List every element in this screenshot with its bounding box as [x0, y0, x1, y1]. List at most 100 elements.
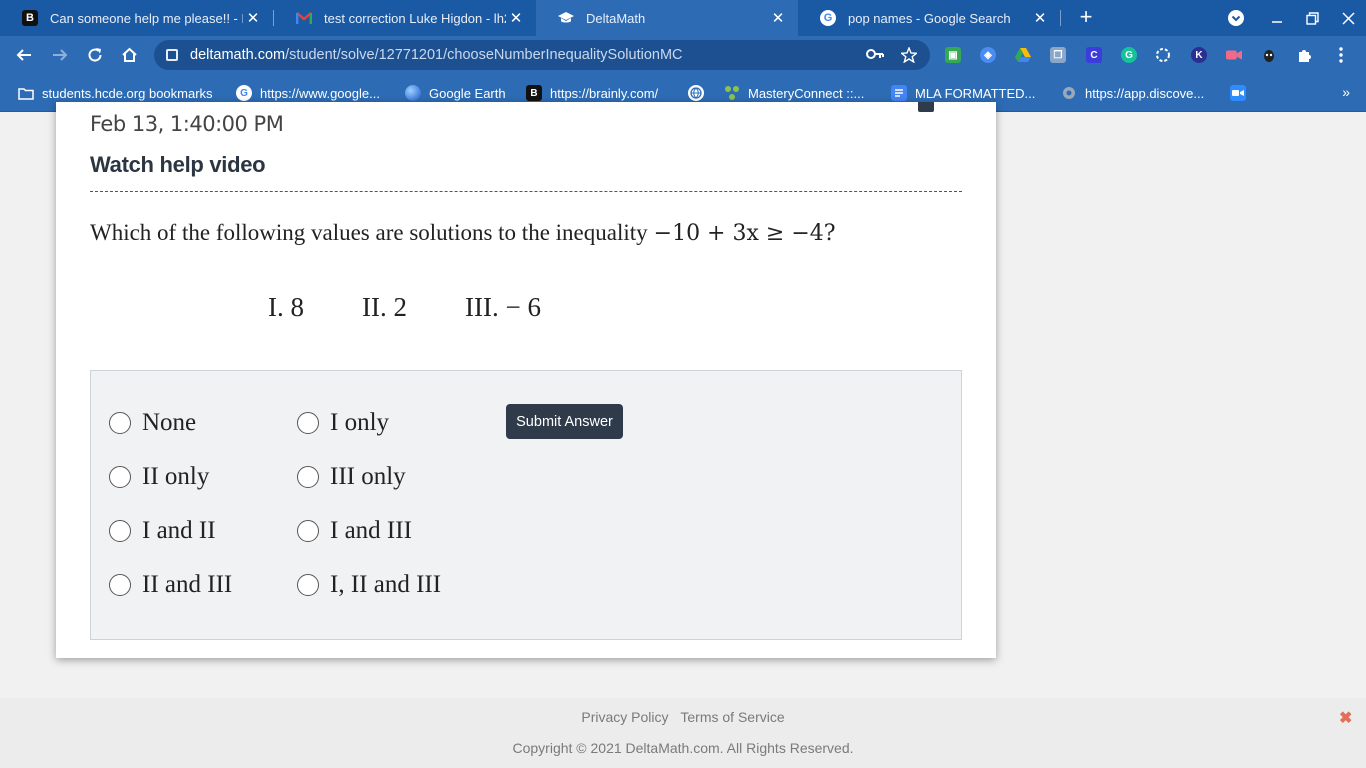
page-footer: Privacy Policy Terms of Service Copyrigh… [0, 698, 1366, 768]
folder-icon [18, 85, 34, 101]
c-extension-icon[interactable]: C [1086, 47, 1102, 63]
forward-button[interactable] [46, 41, 74, 69]
minimize-icon [1272, 21, 1282, 23]
shield-extension-icon[interactable]: ◈ [980, 47, 996, 63]
tab-deltamath[interactable]: DeltaMath ✕ [536, 0, 798, 36]
minimize-button[interactable] [1259, 0, 1295, 36]
loading-extension-icon[interactable] [1155, 47, 1171, 63]
close-tab-icon[interactable]: ✕ [1030, 9, 1050, 27]
address-bar[interactable]: deltamath.com/student/solve/12771201/cho… [154, 40, 930, 70]
question-text: Which of the following values are soluti… [90, 220, 648, 245]
classroom-extension-icon[interactable]: ▣ [945, 47, 961, 63]
bookmark-label: https://brainly.com/ [550, 85, 659, 101]
footer-links: Privacy Policy Terms of Service [0, 709, 1366, 725]
bookmark-item[interactable]: MasteryConnect ::... [724, 84, 864, 102]
bookmark-item[interactable] [1230, 84, 1254, 102]
grammarly-extension-icon[interactable]: G [1121, 47, 1137, 63]
close-tab-icon[interactable]: ✕ [768, 9, 788, 27]
terms-of-service-link[interactable]: Terms of Service [680, 709, 784, 725]
option-i-and-ii[interactable]: I and II [109, 517, 216, 545]
bookmark-item[interactable]: Google Earth [405, 84, 506, 102]
value-iii: III. − 6 [465, 292, 541, 322]
radio-button[interactable] [109, 574, 131, 596]
restore-button[interactable] [1294, 0, 1330, 36]
discovery-icon [1061, 85, 1077, 101]
privacy-policy-link[interactable]: Privacy Policy [581, 709, 668, 725]
close-tab-icon[interactable]: ✕ [506, 9, 526, 27]
tab-google-search[interactable]: G pop names - Google Search ✕ [798, 0, 1060, 36]
radio-button[interactable] [297, 520, 319, 542]
home-icon [121, 47, 137, 62]
key-icon[interactable] [866, 47, 884, 64]
copyright-text: Copyright © 2021 DeltaMath.com. All Righ… [512, 740, 854, 756]
option-i-ii-and-iii[interactable]: I, II and III [297, 571, 441, 599]
option-i-only[interactable]: I only [297, 409, 389, 437]
bookmark-item[interactable]: B https://brainly.com/ [526, 84, 658, 102]
radio-button[interactable] [297, 574, 319, 596]
screencast-extension-icon[interactable] [1226, 47, 1242, 63]
answer-choices-panel: None I only II only III only I and II I … [90, 370, 962, 640]
menu-kebab-icon[interactable] [1333, 47, 1349, 63]
inequality-math: −10 + 3x ≥ −4? [653, 221, 836, 246]
close-icon[interactable]: ✖ [1339, 708, 1352, 728]
option-label: I, II and III [330, 571, 442, 598]
extensions-puzzle-icon[interactable] [1297, 47, 1313, 63]
drive-extension-icon[interactable] [1015, 47, 1031, 63]
docs-icon [891, 85, 907, 101]
tab-title: pop names - Google Search [848, 10, 1011, 26]
brainly-icon: B [22, 10, 38, 26]
brainly-icon: B [526, 85, 542, 101]
tab-strip: B Can someone help me please!! - Brainly… [0, 0, 1366, 36]
copy-extension-icon[interactable]: ❐ [1050, 47, 1066, 63]
bookmarks-overflow-button[interactable]: » [1342, 84, 1350, 100]
close-tab-icon[interactable]: ✕ [243, 9, 263, 27]
tab-title: DeltaMath [586, 10, 646, 26]
watch-help-video-link[interactable]: Watch help video [90, 152, 266, 178]
option-ii-and-iii[interactable]: II and III [109, 571, 232, 599]
radio-button[interactable] [297, 466, 319, 488]
tab-gmail[interactable]: test correction Luke Higdon - lh2 ✕ [274, 0, 536, 36]
gmail-icon [296, 10, 312, 26]
bookmark-label: MasteryConnect ::... [748, 85, 865, 101]
radio-button[interactable] [297, 412, 319, 434]
radio-button[interactable] [109, 412, 131, 434]
value-i: I. 8 [268, 292, 304, 322]
url-text: deltamath.com/student/solve/12771201/cho… [190, 47, 683, 63]
bug-extension-icon[interactable] [1261, 47, 1277, 63]
tab-search-button[interactable] [1218, 0, 1254, 36]
bookmark-star-icon[interactable] [899, 46, 919, 67]
bookmark-item[interactable] [688, 84, 712, 102]
window-close-button[interactable] [1330, 0, 1366, 36]
option-none[interactable]: None [109, 409, 196, 437]
url-path: /student/solve/12771201/chooseNumberIneq… [285, 47, 683, 63]
option-iii-only[interactable]: III only [297, 463, 406, 491]
restore-icon [1305, 11, 1319, 25]
bookmark-folder[interactable]: students.hcde.org bookmarks [18, 84, 213, 102]
bookmark-item[interactable]: MLA FORMATTED... [891, 84, 1035, 102]
option-label: I and II [142, 517, 216, 544]
reload-button[interactable] [81, 41, 109, 69]
radio-button[interactable] [109, 520, 131, 542]
divider [90, 191, 962, 192]
new-tab-button[interactable]: + [1074, 5, 1098, 29]
tab-brainly[interactable]: B Can someone help me please!! - Brainly… [0, 0, 273, 36]
tab-separator [1060, 10, 1061, 26]
bookmark-item[interactable]: https://app.discove... [1061, 84, 1204, 102]
option-ii-only[interactable]: II only [109, 463, 209, 491]
radio-button[interactable] [109, 466, 131, 488]
option-i-and-iii[interactable]: I and III [297, 517, 412, 545]
option-label: II and III [142, 571, 233, 598]
question-prompt: Which of the following values are soluti… [90, 220, 836, 246]
url-host: deltamath.com [190, 47, 286, 63]
site-info-icon[interactable] [166, 49, 178, 61]
submit-answer-button[interactable]: Submit Answer [506, 404, 623, 439]
bookmark-item[interactable]: G https://www.google... [236, 84, 380, 102]
option-label: II only [142, 463, 210, 490]
card-corner-button[interactable] [918, 102, 934, 112]
bookmark-label: https://app.discove... [1085, 85, 1205, 101]
masteryconnect-icon [724, 85, 740, 101]
home-button[interactable] [115, 41, 143, 69]
globe-icon [688, 85, 704, 101]
k-extension-icon[interactable]: K [1191, 47, 1207, 63]
back-button[interactable] [10, 41, 38, 69]
